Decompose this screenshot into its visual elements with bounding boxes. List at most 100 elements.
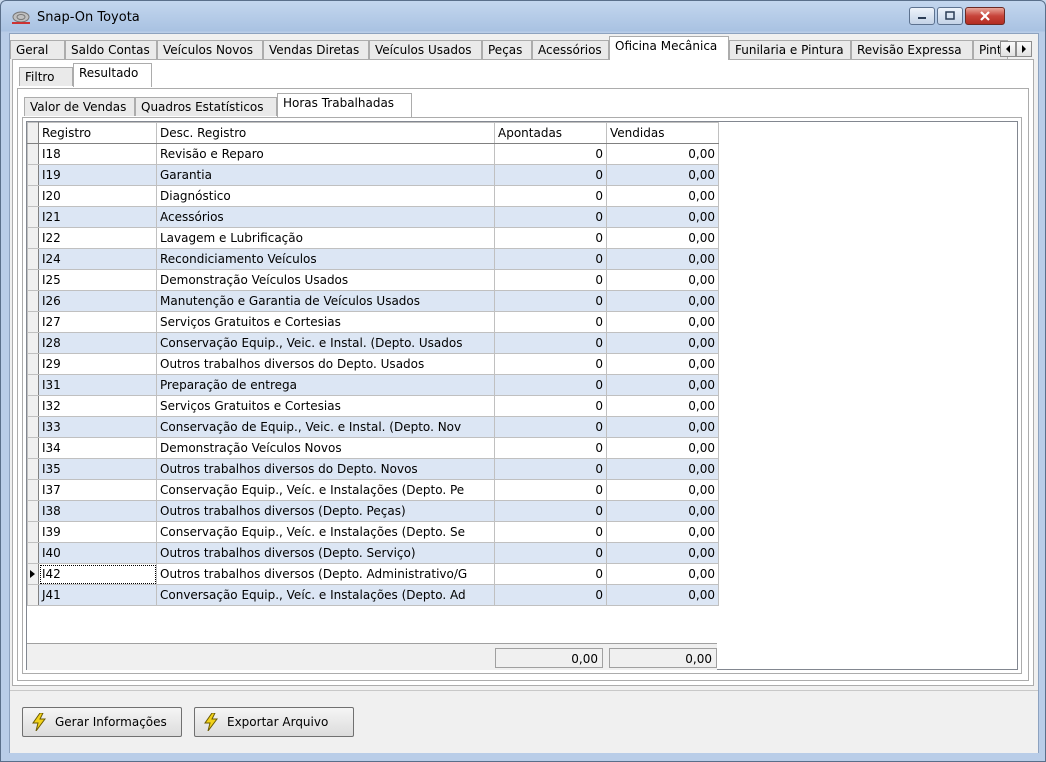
cell-apontadas[interactable]: 0 (494, 185, 607, 207)
cell-apontadas[interactable]: 0 (494, 437, 607, 459)
cell-desc[interactable]: Outros trabalhos diversos (Depto. Admini… (156, 563, 495, 585)
cell-registro[interactable]: I42 (38, 563, 157, 585)
row-indicator[interactable] (27, 374, 39, 396)
cell-vendidas[interactable]: 0,00 (606, 458, 719, 480)
cell-apontadas[interactable]: 0 (494, 206, 607, 228)
cell-vendidas[interactable]: 0,00 (606, 353, 719, 375)
table-row[interactable]: I38 Outros trabalhos diversos (Depto. Peç… (27, 500, 719, 522)
row-indicator[interactable] (27, 185, 39, 207)
cell-registro[interactable]: I29 (38, 353, 157, 375)
tab-quadros-estatisticos[interactable]: Quadros Estatísticos (135, 97, 277, 116)
row-indicator[interactable] (27, 395, 39, 417)
maximize-button[interactable] (937, 7, 963, 25)
table-row[interactable]: I20 Diagnóstico 0 0,00 (27, 185, 719, 207)
cell-apontadas[interactable]: 0 (494, 290, 607, 312)
cell-apontadas[interactable]: 0 (494, 248, 607, 270)
table-row[interactable]: I35 Outros trabalhos diversos do Depto. N… (27, 458, 719, 480)
cell-apontadas[interactable]: 0 (494, 353, 607, 375)
cell-registro[interactable]: J41 (38, 584, 157, 606)
cell-registro[interactable]: I27 (38, 311, 157, 333)
cell-vendidas[interactable]: 0,00 (606, 311, 719, 333)
cell-desc[interactable]: Acessórios (156, 206, 495, 228)
cell-apontadas[interactable]: 0 (494, 563, 607, 585)
cell-desc[interactable]: Serviços Gratuitos e Cortesias (156, 311, 495, 333)
cell-vendidas[interactable]: 0,00 (606, 248, 719, 270)
table-row[interactable]: I19 Garantia 0 0,00 (27, 164, 719, 186)
exportar-arquivo-button[interactable]: Exportar Arquivo (194, 707, 354, 737)
row-indicator[interactable] (27, 521, 39, 543)
col-registro[interactable]: Registro (38, 122, 157, 144)
cell-desc[interactable]: Demonstração Veículos Usados (156, 269, 495, 291)
cell-registro[interactable]: I31 (38, 374, 157, 396)
cell-registro[interactable]: I22 (38, 227, 157, 249)
row-indicator[interactable] (27, 584, 39, 606)
cell-registro[interactable]: I34 (38, 437, 157, 459)
cell-apontadas[interactable]: 0 (494, 395, 607, 417)
cell-desc[interactable]: Revisão e Reparo (156, 143, 495, 165)
row-indicator[interactable] (27, 290, 39, 312)
col-desc-registro[interactable]: Desc. Registro (156, 122, 495, 144)
cell-desc[interactable]: Lavagem e Lubrificação (156, 227, 495, 249)
row-indicator[interactable] (27, 500, 39, 522)
horas-grid[interactable]: Registro Desc. Registro Apontadas Vendid… (26, 121, 1018, 670)
cell-apontadas[interactable]: 0 (494, 227, 607, 249)
minimize-button[interactable] (909, 7, 935, 25)
table-row[interactable]: I29 Outros trabalhos diversos do Depto. U… (27, 353, 719, 375)
table-row[interactable]: I21 Acessórios 0 0,00 (27, 206, 719, 228)
cell-vendidas[interactable]: 0,00 (606, 479, 719, 501)
cell-desc[interactable]: Serviços Gratuitos e Cortesias (156, 395, 495, 417)
cell-desc[interactable]: Conservação Equip., Veíc. e Instalações … (156, 521, 495, 543)
row-indicator[interactable] (27, 143, 39, 165)
row-indicator[interactable] (27, 227, 39, 249)
cell-vendidas[interactable]: 0,00 (606, 416, 719, 438)
cell-apontadas[interactable]: 0 (494, 374, 607, 396)
table-row[interactable]: I34 Demonstração Veículos Novos 0 0,00 (27, 437, 719, 459)
row-indicator[interactable] (27, 248, 39, 270)
tab-scroll-left[interactable] (1000, 41, 1016, 57)
cell-desc[interactable]: Preparação de entrega (156, 374, 495, 396)
cell-apontadas[interactable]: 0 (494, 500, 607, 522)
cell-vendidas[interactable]: 0,00 (606, 437, 719, 459)
cell-desc[interactable]: Outros trabalhos diversos (Depto. Serviç… (156, 542, 495, 564)
cell-registro[interactable]: I33 (38, 416, 157, 438)
cell-apontadas[interactable]: 0 (494, 416, 607, 438)
row-indicator[interactable] (27, 311, 39, 333)
row-indicator[interactable] (27, 206, 39, 228)
cell-vendidas[interactable]: 0,00 (606, 374, 719, 396)
cell-vendidas[interactable]: 0,00 (606, 542, 719, 564)
tab-oficina-mecanica[interactable]: Oficina Mecânica (609, 36, 729, 60)
table-row[interactable]: J41 Conversação Equip., Veíc. e Instalaçõ… (27, 584, 719, 606)
cell-vendidas[interactable]: 0,00 (606, 227, 719, 249)
cell-registro[interactable]: I37 (38, 479, 157, 501)
cell-vendidas[interactable]: 0,00 (606, 164, 719, 186)
cell-registro[interactable]: I32 (38, 395, 157, 417)
cell-apontadas[interactable]: 0 (494, 164, 607, 186)
tab-scroll-right[interactable] (1016, 41, 1032, 57)
cell-vendidas[interactable]: 0,00 (606, 521, 719, 543)
cell-desc[interactable]: Garantia (156, 164, 495, 186)
row-indicator[interactable] (27, 269, 39, 291)
table-row[interactable]: I32 Serviços Gratuitos e Cortesias 0 0,00 (27, 395, 719, 417)
tab-valor-vendas[interactable]: Valor de Vendas (24, 97, 135, 116)
tab-geral[interactable]: Geral (10, 40, 65, 59)
cell-vendidas[interactable]: 0,00 (606, 143, 719, 165)
title-bar[interactable]: Snap-On Toyota (1, 1, 1045, 33)
cell-vendidas[interactable]: 0,00 (606, 206, 719, 228)
table-row[interactable]: I25 Demonstração Veículos Usados 0 0,00 (27, 269, 719, 291)
tab-revisao-expressa[interactable]: Revisão Expressa (851, 40, 973, 59)
cell-registro[interactable]: I38 (38, 500, 157, 522)
cell-registro[interactable]: I25 (38, 269, 157, 291)
table-row[interactable]: I24 Recondiciamento Veículos 0 0,00 (27, 248, 719, 270)
cell-registro[interactable]: I39 (38, 521, 157, 543)
cell-apontadas[interactable]: 0 (494, 521, 607, 543)
cell-vendidas[interactable]: 0,00 (606, 290, 719, 312)
cell-vendidas[interactable]: 0,00 (606, 185, 719, 207)
cell-desc[interactable]: Recondiciamento Veículos (156, 248, 495, 270)
cell-registro[interactable]: I28 (38, 332, 157, 354)
cell-apontadas[interactable]: 0 (494, 584, 607, 606)
cell-apontadas[interactable]: 0 (494, 542, 607, 564)
cell-apontadas[interactable]: 0 (494, 143, 607, 165)
gerar-informacoes-button[interactable]: Gerar Informações (22, 707, 182, 737)
row-indicator[interactable] (27, 437, 39, 459)
row-indicator[interactable] (27, 458, 39, 480)
